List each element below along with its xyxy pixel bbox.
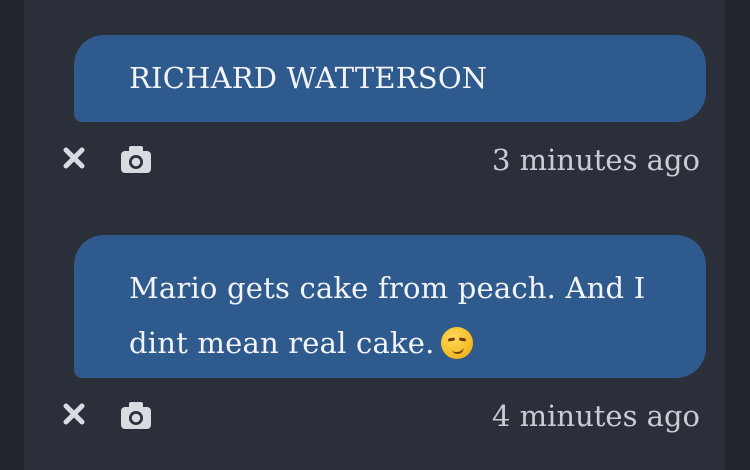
smirk-emoji-icon	[440, 327, 473, 359]
message-bubble: RICHARD WATTERSON	[74, 35, 706, 122]
timestamp: 3 minutes ago	[491, 143, 700, 177]
message-text-line: dint mean real cake.	[129, 326, 435, 360]
close-icon[interactable]	[60, 144, 88, 172]
message-text: Mario gets cake from peach. And I dint m…	[129, 261, 646, 371]
camera-icon[interactable]	[120, 400, 152, 430]
close-icon[interactable]	[60, 400, 88, 428]
message-text: RICHARD WATTERSON	[129, 61, 488, 95]
camera-icon[interactable]	[120, 144, 152, 174]
message-panel: RICHARD WATTERSON 3 minutes ago Mario ge…	[24, 0, 725, 470]
message-meta: 4 minutes ago	[60, 396, 700, 436]
message-meta: 3 minutes ago	[60, 140, 700, 180]
timestamp: 4 minutes ago	[491, 399, 700, 433]
message-text-line: Mario gets cake from peach. And I	[129, 271, 646, 305]
message-bubble: Mario gets cake from peach. And I dint m…	[74, 235, 706, 378]
